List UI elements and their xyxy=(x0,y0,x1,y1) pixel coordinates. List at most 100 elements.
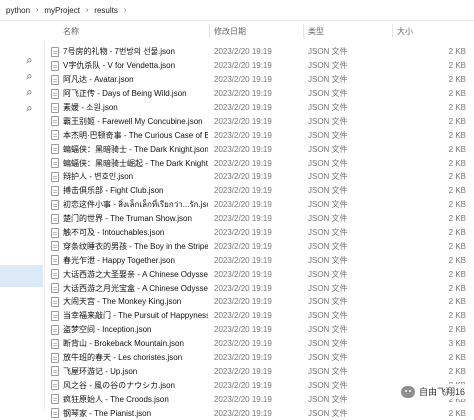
file-date: 2023/2/20 19:19 xyxy=(214,158,272,168)
file-row[interactable]: 断背山 - Brokeback Mountain.json 2023/2/20 1… xyxy=(44,337,474,351)
file-type: JSON 文件 xyxy=(308,158,348,168)
json-file-icon xyxy=(51,172,59,183)
json-file-icon xyxy=(51,408,59,419)
json-file-icon xyxy=(51,158,59,169)
file-list: 7号房的礼物 - 7번방의 선물.json 2023/2/20 19:19 JSON… xyxy=(44,45,474,420)
file-date: 2023/2/20 19:19 xyxy=(214,380,272,390)
json-file-icon xyxy=(51,366,59,377)
file-type: JSON 文件 xyxy=(308,186,348,196)
file-row[interactable]: 蝙蝠侠：黑暗骑士 - The Dark Knight.json 2023/2/20… xyxy=(44,142,474,156)
file-row[interactable]: 阿飞正传 - Days of Being Wild.json 2023/2/20 … xyxy=(44,87,474,101)
breadcrumb: python › myProject › results › xyxy=(0,0,474,21)
file-date: 2023/2/20 19:19 xyxy=(214,283,272,293)
file-row[interactable]: 初恋这件小事 - สิ่งเล็กเล็กที่เรียกว่า...รัก.j… xyxy=(44,198,474,212)
file-size: 2 KB xyxy=(448,366,466,376)
file-size: 2 KB xyxy=(448,408,466,418)
file-row[interactable]: 7号房的礼物 - 7번방의 선물.json 2023/2/20 19:19 JSON… xyxy=(44,45,474,59)
file-name: 盗梦空间 - Inception.json xyxy=(63,325,152,335)
file-row[interactable]: 阿凡达 - Avatar.json 2023/2/20 19:19 JSON 文件 2… xyxy=(44,73,474,87)
file-row[interactable]: 大闹天宫 - The Monkey King.json 2023/2/20 19:… xyxy=(44,295,474,309)
file-name: 阿凡达 - Avatar.json xyxy=(63,75,134,85)
file-date: 2023/2/20 19:19 xyxy=(214,116,272,126)
file-size: 2 KB xyxy=(448,172,466,182)
file-type: JSON 文件 xyxy=(308,408,348,418)
json-file-icon xyxy=(51,310,59,321)
file-row[interactable]: 春光乍泄 - Happy Together.json 2023/2/20 19:1… xyxy=(44,253,474,267)
json-file-icon xyxy=(51,283,59,294)
file-date: 2023/2/20 19:19 xyxy=(214,61,272,71)
column-header-date[interactable]: 修改日期 xyxy=(214,26,246,37)
nav-item-highlight[interactable] xyxy=(0,265,43,287)
breadcrumb-myproject[interactable]: myProject xyxy=(42,6,82,15)
column-divider[interactable] xyxy=(303,24,304,38)
file-row[interactable]: 本杰明·巴顿奇事 - The Curious Case of Benjamin … xyxy=(44,128,474,142)
file-size: 2 KB xyxy=(448,241,466,251)
navigation-pane[interactable]: ⚲ ⚲ ⚲ ⚲ xyxy=(0,21,45,409)
file-row[interactable]: 蝙蝠侠：黑暗骑士崛起 - The Dark Knight Rises.json 2… xyxy=(44,156,474,170)
file-name: 穿条纹睡衣的男孩 - The Boy in the Striped Pajama… xyxy=(63,241,208,251)
file-row[interactable]: 飞屋环游记 - Up.json 2023/2/20 19:19 JSON 文件 2 K… xyxy=(44,364,474,378)
column-header-type[interactable]: 类型 xyxy=(308,26,324,37)
file-row[interactable]: 搏击俱乐部 - Fight Club.json 2023/2/20 19:19 JS… xyxy=(44,184,474,198)
file-name: 辩护人 - 변호인.json xyxy=(63,172,134,182)
file-row[interactable]: V字仇杀队 - V for Vendetta.json 2023/2/20 19:… xyxy=(44,59,474,73)
file-date: 2023/2/20 19:19 xyxy=(214,255,272,265)
column-header-size[interactable]: 大小 xyxy=(397,26,413,37)
file-type: JSON 文件 xyxy=(308,144,348,154)
breadcrumb-python[interactable]: python xyxy=(0,6,32,15)
file-row[interactable]: 盗梦空间 - Inception.json 2023/2/20 19:19 JSON… xyxy=(44,323,474,337)
column-divider[interactable] xyxy=(209,24,210,38)
file-size: 2 KB xyxy=(448,75,466,85)
file-name: V字仇杀队 - V for Vendetta.json xyxy=(63,61,176,71)
file-date: 2023/2/20 19:19 xyxy=(214,339,272,349)
file-type: JSON 文件 xyxy=(308,228,348,238)
file-type: JSON 文件 xyxy=(308,353,348,363)
file-date: 2023/2/20 19:19 xyxy=(214,186,272,196)
file-row[interactable]: 辩护人 - 변호인.json 2023/2/20 19:19 JSON 文件 2 KB xyxy=(44,170,474,184)
file-name: 霸王别姬 - Farewell My Concubine.json xyxy=(63,116,203,126)
file-name: 大话西游之月光宝盒 - A Chinese Odyssey.json xyxy=(63,283,208,293)
file-row[interactable]: 钢琴家 - The Pianist.json 2023/2/20 19:19 JSO… xyxy=(44,406,474,420)
file-name: 断背山 - Brokeback Mountain.json xyxy=(63,339,184,349)
file-name: 蝙蝠侠：黑暗骑士崛起 - The Dark Knight Rises.json xyxy=(63,158,208,168)
file-size: 2 KB xyxy=(448,47,466,57)
file-date: 2023/2/20 19:19 xyxy=(214,103,272,112)
file-type: JSON 文件 xyxy=(308,311,348,321)
file-row[interactable]: 当幸福来敲门 - The Pursuit of Happyness.json 20… xyxy=(44,309,474,323)
column-divider[interactable] xyxy=(392,24,393,38)
file-row[interactable]: 大话西游之大圣娶亲 - A Chinese Odyssey.json 2023/2… xyxy=(44,267,474,281)
column-header-row: 名称 修改日期 类型 大小 xyxy=(44,21,474,41)
breadcrumb-results[interactable]: results xyxy=(92,6,120,15)
file-name: 蝙蝠侠：黑暗骑士 - The Dark Knight.json xyxy=(63,144,208,154)
file-size: 2 KB xyxy=(448,61,466,71)
file-row[interactable]: 穿条纹睡衣的男孩 - The Boy in the Striped Pajama… xyxy=(44,239,474,253)
file-name: 楚门的世界 - The Truman Show.json xyxy=(63,214,192,224)
file-type: JSON 文件 xyxy=(308,366,348,376)
json-file-icon xyxy=(51,116,59,127)
file-size: 3 KB xyxy=(448,339,466,349)
json-file-icon xyxy=(51,269,59,280)
file-row[interactable]: 霸王别姬 - Farewell My Concubine.json 2023/2/… xyxy=(44,114,474,128)
file-type: JSON 文件 xyxy=(308,116,348,126)
file-row[interactable]: 触不可及 - Intouchables.json 2023/2/20 19:19 J… xyxy=(44,226,474,240)
pin-icon: ⚲ xyxy=(23,73,33,82)
json-file-icon xyxy=(51,60,59,71)
file-type: JSON 文件 xyxy=(308,214,348,224)
file-type: JSON 文件 xyxy=(308,75,348,85)
wechat-icon xyxy=(400,385,415,398)
file-type: JSON 文件 xyxy=(308,241,348,251)
file-row[interactable]: 大话西游之月光宝盒 - A Chinese Odyssey.json 2023/2… xyxy=(44,281,474,295)
file-size: 2 KB xyxy=(448,269,466,279)
file-name: 素媛 - 소원.json xyxy=(63,103,118,112)
file-date: 2023/2/20 19:19 xyxy=(214,297,272,307)
file-row[interactable]: 素媛 - 소원.json 2023/2/20 19:19 JSON 文件 2 KB xyxy=(44,101,474,115)
json-file-icon xyxy=(51,47,59,57)
json-file-icon xyxy=(51,394,59,405)
json-file-icon xyxy=(51,213,59,224)
json-file-icon xyxy=(51,102,59,113)
file-row[interactable]: 放牛班的春天 - Les choristes.json 2023/2/20 19:… xyxy=(44,351,474,365)
file-row[interactable]: 楚门的世界 - The Truman Show.json 2023/2/20 19… xyxy=(44,212,474,226)
file-name: 钢琴家 - The Pianist.json xyxy=(63,408,152,418)
file-type: JSON 文件 xyxy=(308,255,348,265)
column-header-name[interactable]: 名称 xyxy=(63,26,79,37)
